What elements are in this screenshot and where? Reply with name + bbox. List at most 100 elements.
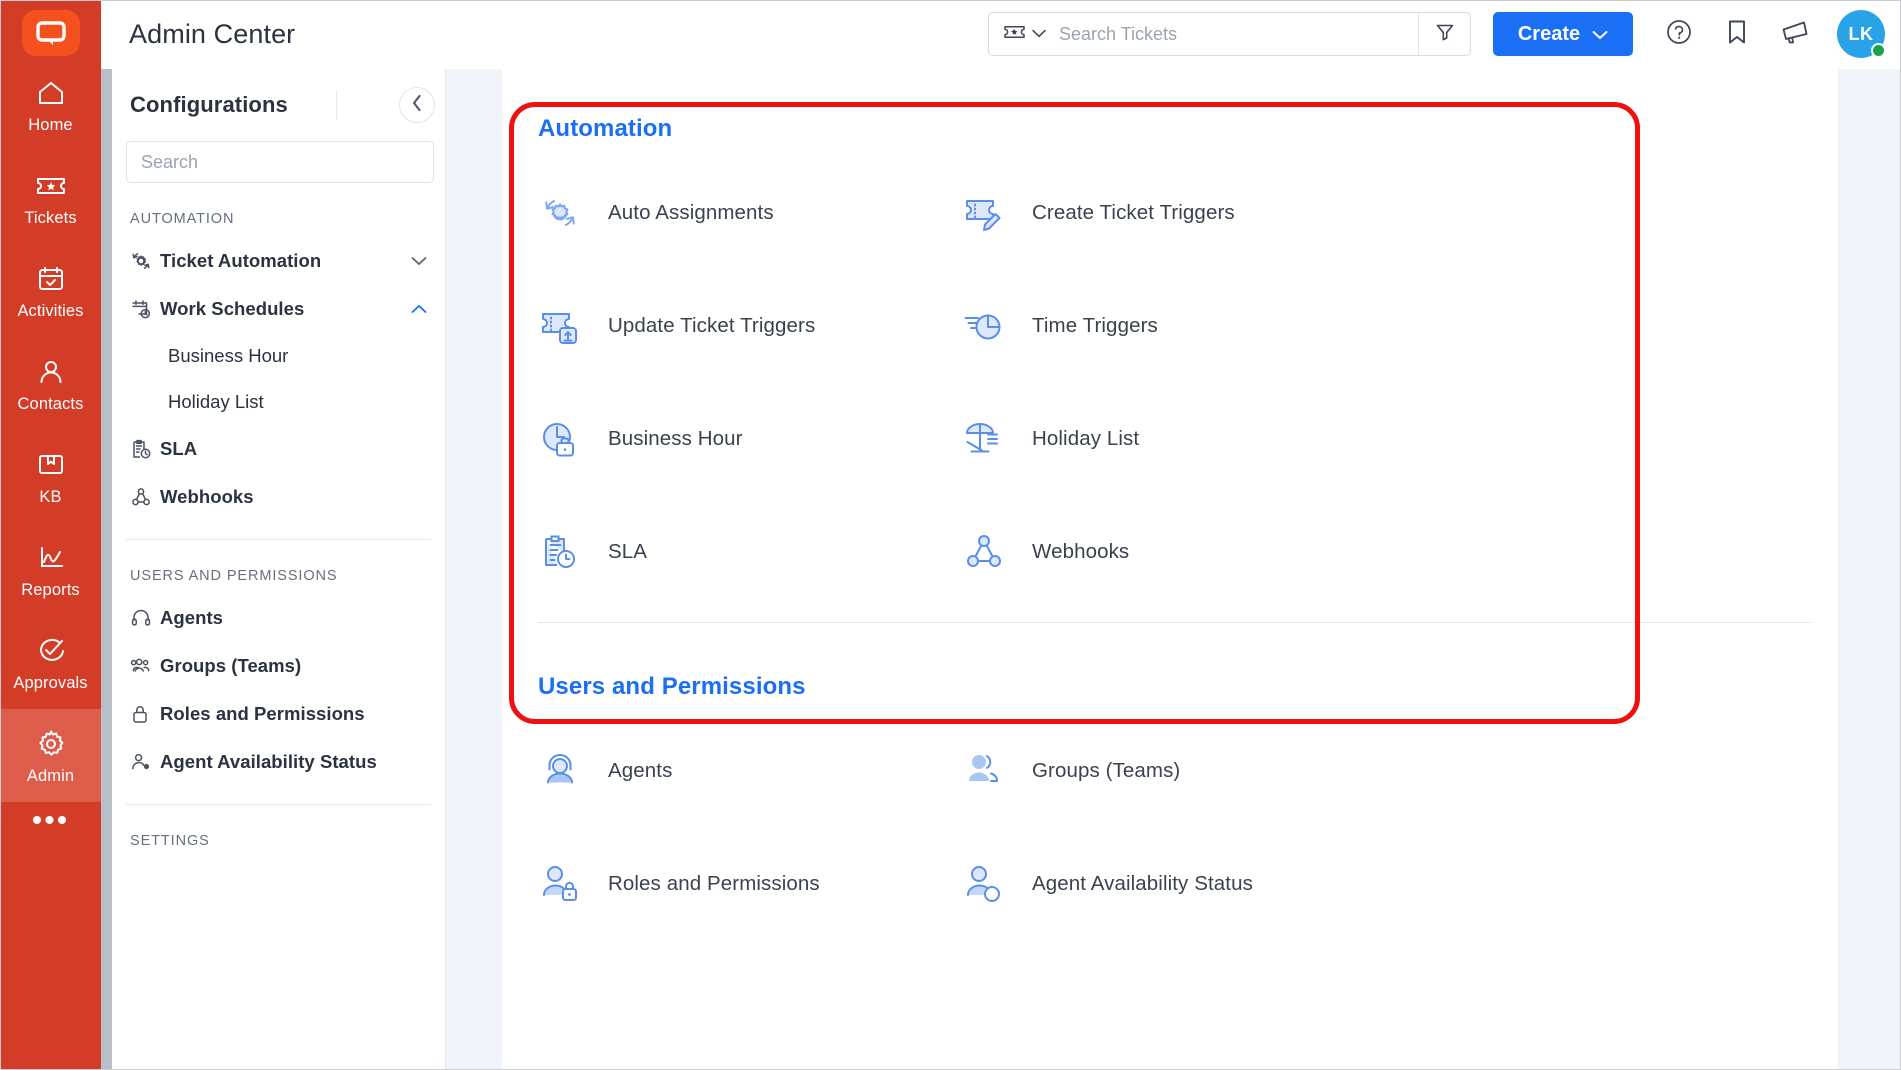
clipboard-clock-icon <box>130 438 160 460</box>
config-item-ticket-automation[interactable]: Ticket Automation <box>112 237 445 285</box>
ticket-edit-icon <box>962 193 1006 233</box>
configurations-panel: Configurations AUTOMATION <box>112 69 446 1070</box>
top-header: Admin Center Search Tickets Create LK <box>101 0 1901 69</box>
tile-roles-permissions[interactable]: Roles and Permissions <box>538 827 962 940</box>
config-item-agents[interactable]: Agents <box>112 594 445 642</box>
config-item-roles-permissions[interactable]: Roles and Permissions <box>112 690 445 738</box>
app-logo[interactable] <box>20 8 82 58</box>
tile-webhooks[interactable]: Webhooks <box>962 495 1811 608</box>
config-subitem-business-hour[interactable]: Business Hour <box>112 333 445 379</box>
config-item-sla[interactable]: SLA <box>112 425 445 473</box>
bookmarks-button[interactable] <box>1715 12 1759 56</box>
people-icon <box>130 656 160 676</box>
global-search <box>988 12 1471 56</box>
chevron-left-icon <box>411 94 423 117</box>
tile-label: Agent Availability Status <box>1032 871 1253 895</box>
holiday-umbrella-icon <box>962 419 1006 459</box>
lock-icon <box>130 703 160 725</box>
config-item-work-schedules[interactable]: Work Schedules <box>112 285 445 333</box>
automation-tile-grid: Auto Assignments Create Ticket Triggers <box>538 156 1811 608</box>
book-icon <box>37 448 65 482</box>
config-item-agent-availability-status[interactable]: Agent Availability Status <box>112 738 445 786</box>
main-content: Automation Auto Assignments Create Ticke… <box>446 69 1901 1070</box>
user-avatar[interactable]: LK <box>1837 10 1886 58</box>
config-item-label: Webhooks <box>160 486 254 507</box>
search-type-selector[interactable] <box>989 24 1055 45</box>
rail-item-home[interactable]: Home <box>0 58 101 151</box>
tile-sla[interactable]: SLA <box>538 495 962 608</box>
person-status-icon <box>130 751 160 773</box>
rail-label-home: Home <box>28 115 73 134</box>
config-subitem-holiday-list[interactable]: Holiday List <box>112 379 445 425</box>
config-item-label: SLA <box>160 438 198 459</box>
business-hour-icon <box>538 419 582 459</box>
ticket-update-icon <box>538 306 582 346</box>
primary-nav-rail: Home Tickets Activities Contacts KB Repo… <box>0 0 101 1070</box>
config-search-wrap <box>112 141 445 183</box>
rail-label-kb: KB <box>39 487 62 506</box>
rail-item-contacts[interactable]: Contacts <box>0 337 101 430</box>
users-permissions-tile-grid: Agents Groups (Teams) Roles and Permissi… <box>538 714 1811 940</box>
config-search-input[interactable] <box>126 141 434 183</box>
tile-label: Webhooks <box>1032 539 1130 563</box>
help-button[interactable] <box>1657 12 1701 56</box>
collapse-panel-button[interactable] <box>398 87 435 123</box>
rail-item-activities[interactable]: Activities <box>0 244 101 337</box>
tile-groups-teams[interactable]: Groups (Teams) <box>962 714 1811 827</box>
avatar-status-dot <box>1871 43 1886 58</box>
tile-label: Roles and Permissions <box>608 871 820 895</box>
tile-agent-availability-status[interactable]: Agent Availability Status <box>962 827 1811 940</box>
section-title-users-permissions: Users and Permissions <box>538 673 806 700</box>
configurations-title: Configurations <box>130 92 288 117</box>
announcements-button[interactable] <box>1773 12 1817 56</box>
rail-item-tickets[interactable]: Tickets <box>0 151 101 244</box>
app-right-region: Admin Center Search Tickets Create LK Co… <box>101 0 1901 1070</box>
chevron-down-icon[interactable] <box>411 256 427 266</box>
tile-agents[interactable]: Agents <box>538 714 962 827</box>
clipboard-clock-icon <box>538 531 582 573</box>
automation-gear-icon <box>130 251 160 271</box>
time-trigger-icon <box>962 307 1006 345</box>
tile-time-triggers[interactable]: Time Triggers <box>962 269 1811 382</box>
tile-label: Auto Assignments <box>608 200 774 224</box>
tile-update-ticket-triggers[interactable]: Update Ticket Triggers <box>538 269 962 382</box>
section-automation: Automation Auto Assignments Create Ticke… <box>502 69 1901 608</box>
tile-auto-assignments[interactable]: Auto Assignments <box>538 156 962 269</box>
rail-label-admin: Admin <box>26 766 75 785</box>
search-input[interactable] <box>1055 13 1418 55</box>
headset-icon <box>130 608 160 628</box>
content-left-gutter <box>446 69 502 1070</box>
rail-item-kb[interactable]: KB <box>0 430 101 523</box>
auto-assignment-icon <box>538 192 582 234</box>
tile-create-ticket-triggers[interactable]: Create Ticket Triggers <box>962 156 1811 269</box>
config-item-label: Agent Availability Status <box>160 751 377 772</box>
chevron-down-icon <box>1592 23 1608 46</box>
header-actions: Create <box>988 10 1886 58</box>
check-circle-icon <box>36 634 66 668</box>
config-item-label: Roles and Permissions <box>160 703 365 724</box>
tile-label: Create Ticket Triggers <box>1032 200 1235 224</box>
config-item-groups-teams[interactable]: Groups (Teams) <box>112 642 445 690</box>
config-group-label-automation: AUTOMATION <box>130 211 235 227</box>
tile-label: Business Hour <box>608 426 743 450</box>
people-group-icon <box>962 751 1006 791</box>
rail-item-reports[interactable]: Reports <box>0 523 101 616</box>
page-scrollbar[interactable] <box>101 69 112 1070</box>
gear-icon <box>36 727 66 761</box>
config-group-label-settings: SETTINGS <box>130 833 210 849</box>
filter-icon <box>1435 22 1455 47</box>
rail-label-reports: Reports <box>21 580 80 599</box>
rail-item-admin[interactable]: Admin <box>0 709 101 802</box>
tile-business-hour[interactable]: Business Hour <box>538 382 962 495</box>
create-button[interactable]: Create <box>1493 12 1633 56</box>
rail-more-button[interactable]: ••• <box>32 806 70 836</box>
help-circle-icon <box>1665 18 1693 51</box>
section-users-permissions: Users and Permissions Agents Groups (Tea… <box>502 623 1901 940</box>
search-filter-button[interactable] <box>1418 13 1470 55</box>
tile-holiday-list[interactable]: Holiday List <box>962 382 1811 495</box>
chevron-up-icon[interactable] <box>411 304 427 314</box>
tile-label: SLA <box>608 539 648 563</box>
config-item-label: Work Schedules <box>160 298 305 319</box>
rail-item-approvals[interactable]: Approvals <box>0 616 101 709</box>
config-item-webhooks[interactable]: Webhooks <box>112 473 445 521</box>
